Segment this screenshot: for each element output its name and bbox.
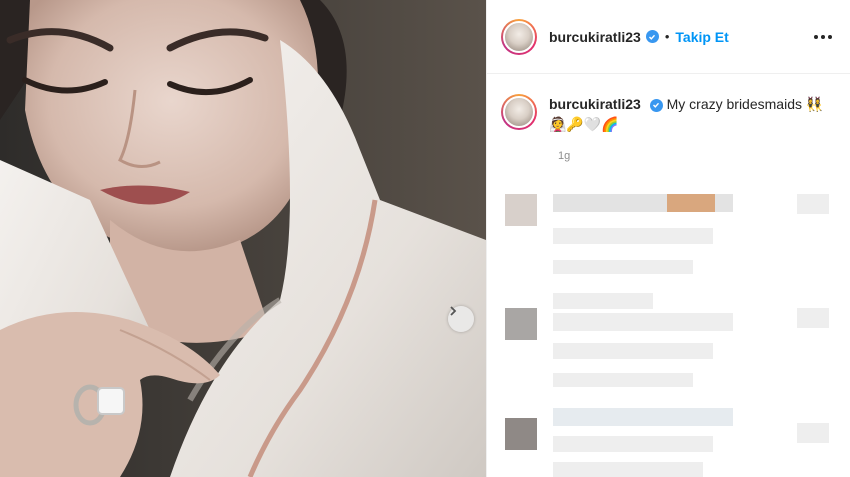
blurred-comment-text	[553, 436, 713, 452]
blurred-avatar	[505, 418, 537, 450]
blurred-like-icon	[797, 308, 829, 328]
blurred-comment-text	[553, 408, 733, 426]
blurred-comment-text	[553, 343, 713, 359]
blurred-comment-emoji	[667, 194, 715, 212]
author-username[interactable]: burcukiratli23	[549, 29, 641, 45]
verified-badge-icon	[645, 30, 659, 43]
blurred-comment-meta	[553, 260, 693, 274]
post-side-panel: burcukiratli23 • Takip Et burcukiratli23…	[486, 0, 850, 477]
caption-text: My crazy bridesmaids	[666, 96, 802, 112]
blurred-comment-meta	[553, 462, 703, 477]
blurred-like-icon	[797, 423, 829, 443]
blurred-comment-text	[553, 228, 713, 244]
blurred-avatar	[505, 308, 537, 340]
post-photo[interactable]	[0, 0, 486, 477]
separator-dot: •	[664, 29, 670, 44]
author-avatar[interactable]	[501, 18, 537, 55]
next-photo-button[interactable]	[448, 306, 474, 332]
caption-verified-badge-icon	[649, 98, 663, 112]
caption-author-username[interactable]: burcukiratli23	[549, 96, 641, 112]
blurred-like-icon	[797, 194, 829, 214]
bride-photo-illustration	[0, 0, 486, 477]
follow-button[interactable]: Takip Et	[675, 29, 728, 45]
blurred-comment-text	[553, 293, 653, 309]
blurred-comment-text	[553, 313, 733, 331]
blurred-comment-meta	[553, 373, 693, 387]
more-options-icon[interactable]	[810, 31, 836, 43]
caption-author-avatar[interactable]	[501, 94, 537, 130]
post-header: burcukiratli23 • Takip Et	[487, 0, 850, 74]
blurred-avatar	[505, 194, 537, 226]
instagram-post: burcukiratli23 • Takip Et burcukiratli23…	[0, 0, 850, 477]
chevron-right-icon	[450, 306, 457, 316]
blurred-comments	[487, 168, 850, 477]
post-caption: burcukiratli23 My crazy bridesmaids 👯‍♀️…	[487, 74, 850, 134]
post-time: 1g	[558, 150, 571, 162]
